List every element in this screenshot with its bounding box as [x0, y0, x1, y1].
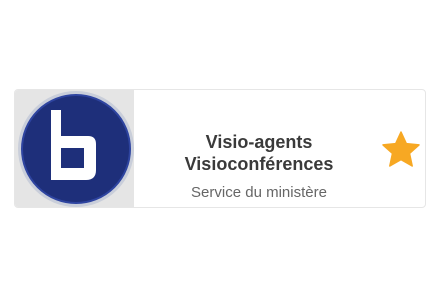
- star-icon: [382, 131, 420, 167]
- service-title: Visio-agents Visioconférences: [141, 131, 377, 175]
- favorite-button[interactable]: [381, 130, 421, 170]
- service-logo: [15, 90, 134, 207]
- service-info: Visio-agents Visioconférences Service du…: [141, 90, 377, 207]
- service-tile[interactable]: Visio-agents Visioconférences Service du…: [14, 89, 426, 208]
- bigbluebutton-logo-icon: [18, 91, 134, 207]
- service-subtitle: Service du ministère: [191, 184, 327, 201]
- service-title-line1: Visio-agents: [205, 132, 313, 152]
- service-title-line2: Visioconférences: [184, 154, 334, 174]
